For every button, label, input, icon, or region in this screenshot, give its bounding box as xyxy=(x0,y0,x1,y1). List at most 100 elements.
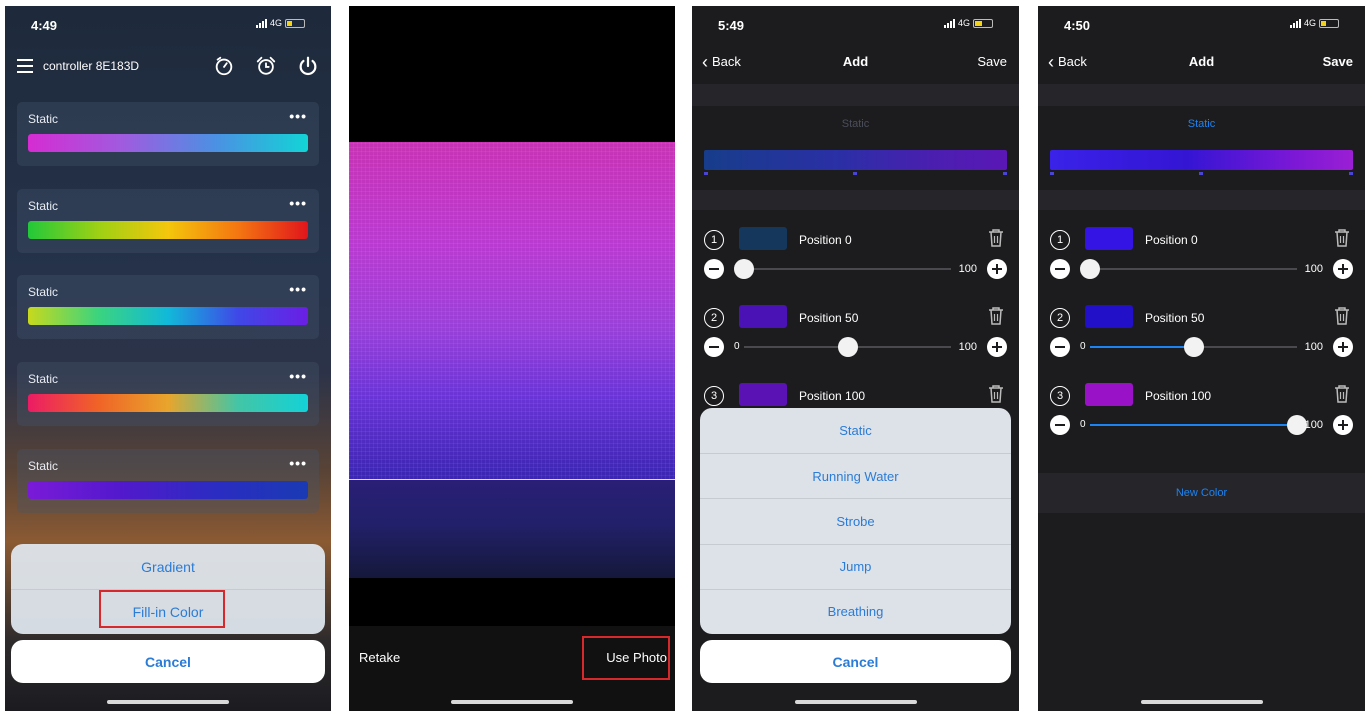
trash-icon[interactable] xyxy=(987,305,1005,327)
more-options-icon[interactable]: ••• xyxy=(289,455,307,471)
retake-button[interactable]: Retake xyxy=(359,650,400,665)
battery-icon xyxy=(285,18,305,28)
increment-button[interactable] xyxy=(1333,337,1353,357)
slider-max-value: 100 xyxy=(1304,419,1323,431)
effect-label: Static xyxy=(28,112,59,126)
slider-fill xyxy=(1090,346,1194,348)
home-indicator xyxy=(107,700,229,704)
slider-knob[interactable] xyxy=(734,259,754,279)
trash-icon[interactable] xyxy=(987,227,1005,249)
slider-max-value: 100 xyxy=(1304,263,1323,275)
position-slider[interactable] xyxy=(1080,259,1297,279)
effect-card[interactable]: Static ••• xyxy=(17,275,319,339)
photo-preview xyxy=(349,142,675,480)
mode-option-static[interactable]: Static xyxy=(700,408,1011,453)
status-bar: 4:49 4G xyxy=(5,6,331,42)
network-type: 4G xyxy=(957,18,970,28)
gradient-preview xyxy=(704,150,1007,170)
increment-button[interactable] xyxy=(987,259,1007,279)
mode-option-breathing[interactable]: Breathing xyxy=(700,588,1011,634)
decrement-button[interactable] xyxy=(704,337,724,357)
slider-fill xyxy=(1090,424,1297,426)
color-swatch[interactable] xyxy=(1085,227,1133,250)
position-index: 1 xyxy=(1050,230,1070,250)
position-label: Position 50 xyxy=(1145,311,1205,325)
position-row: 1 Position 0 0 100 xyxy=(704,227,1007,300)
trash-icon[interactable] xyxy=(1333,383,1351,405)
gradient-strip xyxy=(28,481,308,499)
mode-option-jump[interactable]: Jump xyxy=(700,543,1011,589)
trash-icon[interactable] xyxy=(987,383,1005,405)
effect-card[interactable]: Static ••• xyxy=(17,189,319,253)
cancel-button[interactable]: Cancel xyxy=(11,640,325,683)
color-swatch[interactable] xyxy=(739,383,787,406)
position-slider[interactable] xyxy=(1090,337,1297,357)
slider-knob[interactable] xyxy=(1080,259,1100,279)
home-indicator xyxy=(794,700,917,704)
screen-camera-preview: Retake Use Photo xyxy=(349,6,675,711)
signal-indicator: 4G xyxy=(943,18,993,28)
position-row: 1 Position 0 0 100 xyxy=(1050,227,1353,300)
position-slider[interactable] xyxy=(734,259,951,279)
effect-card[interactable]: Static ••• xyxy=(17,449,319,513)
section-separator xyxy=(692,190,1019,210)
trash-icon[interactable] xyxy=(1333,227,1351,249)
signal-bars-icon xyxy=(1289,18,1301,28)
new-color-button[interactable]: New Color xyxy=(1038,473,1365,513)
gradient-option[interactable]: Gradient xyxy=(11,544,325,589)
color-swatch[interactable] xyxy=(1085,305,1133,328)
nav-bar: ‹ Back Add Save xyxy=(1038,48,1365,76)
increment-button[interactable] xyxy=(1333,259,1353,279)
slider-knob[interactable] xyxy=(837,337,858,357)
slider-knob[interactable] xyxy=(1183,337,1204,357)
more-options-icon[interactable]: ••• xyxy=(289,195,307,211)
color-swatch[interactable] xyxy=(1085,383,1133,406)
mode-label[interactable]: Static xyxy=(1038,118,1365,130)
network-type: 4G xyxy=(269,18,282,28)
save-button[interactable]: Save xyxy=(1323,54,1353,69)
controller-name[interactable]: controller 8E183D xyxy=(43,59,193,73)
position-index: 3 xyxy=(704,386,724,406)
effect-card[interactable]: Static ••• xyxy=(17,102,319,166)
section-separator xyxy=(1038,84,1365,106)
network-type: 4G xyxy=(1303,18,1316,28)
signal-indicator: 4G xyxy=(1289,18,1339,28)
decrement-button[interactable] xyxy=(1050,259,1070,279)
gradient-marker xyxy=(1050,172,1054,175)
slider-max-value: 100 xyxy=(1304,341,1323,353)
more-options-icon[interactable]: ••• xyxy=(289,108,307,124)
status-time: 4:50 xyxy=(1064,18,1091,33)
menu-icon[interactable] xyxy=(17,59,33,73)
more-options-icon[interactable]: ••• xyxy=(289,281,307,297)
page-title: Add xyxy=(842,54,869,69)
trash-icon[interactable] xyxy=(1333,305,1351,327)
color-swatch[interactable] xyxy=(739,227,787,250)
decrement-button[interactable] xyxy=(1050,337,1070,357)
power-icon[interactable] xyxy=(297,55,319,77)
more-options-icon[interactable]: ••• xyxy=(289,368,307,384)
slider-min-value: 0 xyxy=(734,341,740,352)
nav-bar: ‹ Back Add Save xyxy=(692,48,1019,76)
highlight-box xyxy=(582,636,670,680)
increment-button[interactable] xyxy=(1333,415,1353,435)
mode-label[interactable]: Static xyxy=(692,118,1019,130)
home-indicator xyxy=(451,700,573,704)
position-label: Position 0 xyxy=(799,233,852,247)
mode-option-strobe[interactable]: Strobe xyxy=(700,498,1011,543)
decrement-button[interactable] xyxy=(1050,415,1070,435)
color-swatch[interactable] xyxy=(739,305,787,328)
decrement-button[interactable] xyxy=(704,259,724,279)
increment-button[interactable] xyxy=(987,337,1007,357)
position-slider[interactable] xyxy=(1090,415,1307,435)
battery-icon xyxy=(1319,18,1339,28)
timer-icon[interactable] xyxy=(213,55,235,77)
mode-option-running-water[interactable]: Running Water xyxy=(700,453,1011,498)
gradient-strip xyxy=(28,307,308,325)
save-button[interactable]: Save xyxy=(977,54,1007,69)
cancel-button[interactable]: Cancel xyxy=(700,640,1011,683)
alarm-clock-icon[interactable] xyxy=(255,55,277,77)
gradient-preview xyxy=(1050,150,1353,170)
effect-card[interactable]: Static ••• xyxy=(17,362,319,426)
position-slider[interactable] xyxy=(744,337,951,357)
gradient-marker xyxy=(1349,172,1353,175)
